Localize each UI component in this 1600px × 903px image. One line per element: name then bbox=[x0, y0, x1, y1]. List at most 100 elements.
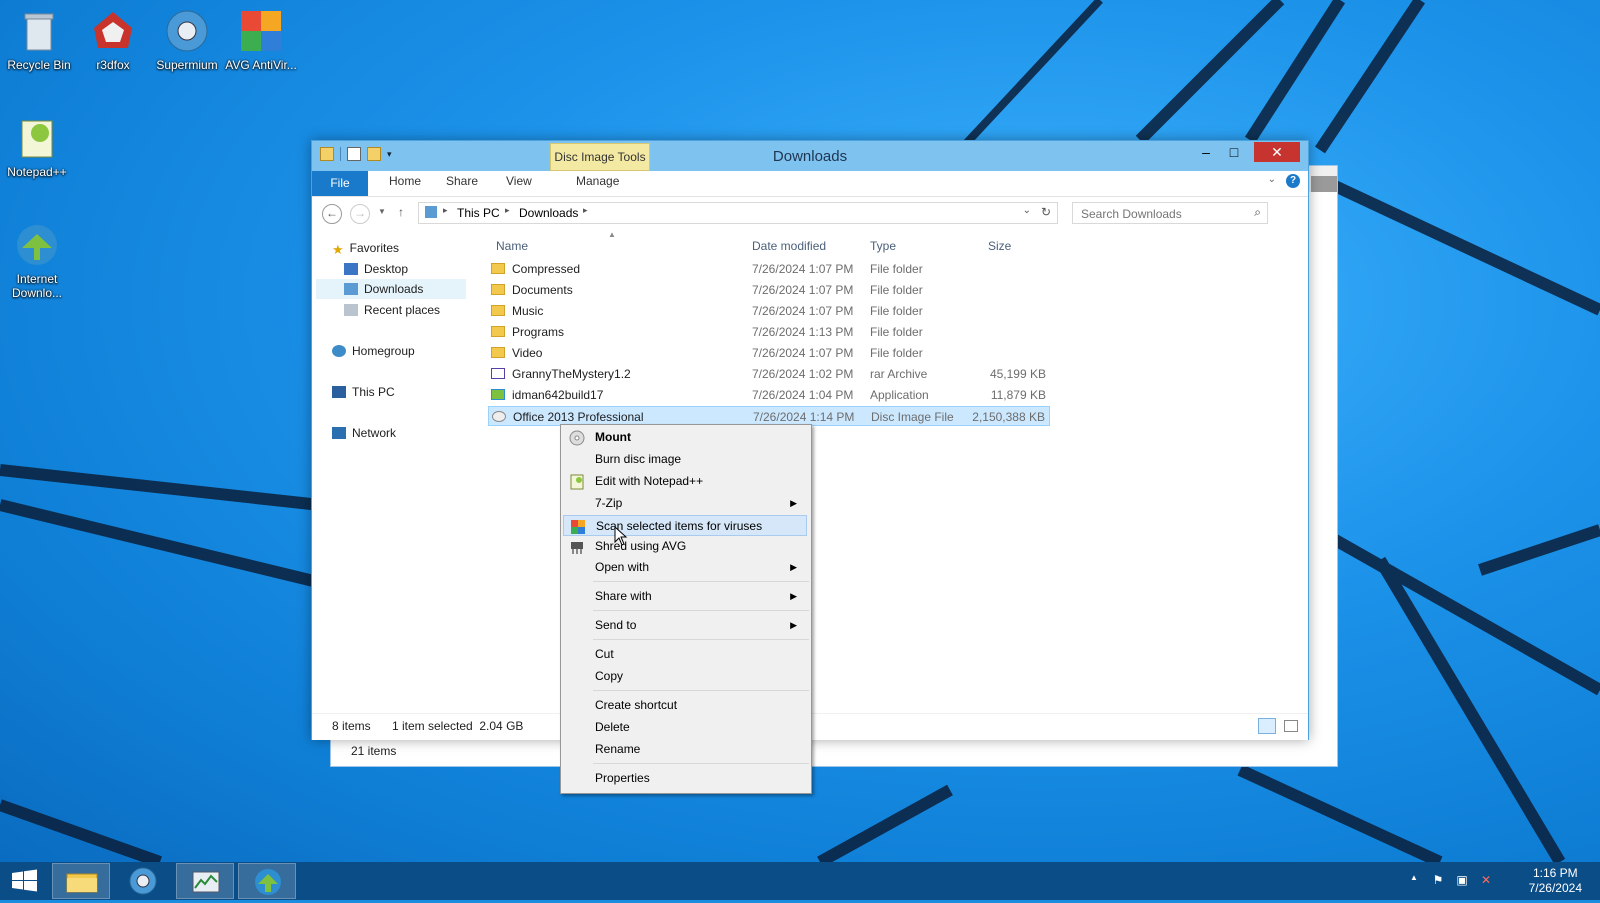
minimize-button[interactable]: – bbox=[1194, 142, 1218, 162]
folder-icon bbox=[491, 305, 505, 316]
internet-download-manager-icon bbox=[255, 869, 281, 895]
desktop-icon bbox=[344, 263, 358, 275]
breadcrumb-this-pc[interactable]: This PC bbox=[457, 206, 500, 220]
desktop-icon-label: Internet Downlo... bbox=[11, 272, 63, 300]
desktop-icon-label: Recycle Bin bbox=[7, 58, 71, 72]
back-button[interactable]: ← bbox=[322, 204, 342, 224]
column-name[interactable]: Name bbox=[496, 239, 528, 253]
file-row-selected[interactable]: Office 2013 Professional 7/26/2024 1:14 … bbox=[488, 406, 1050, 426]
address-row: ← → ▼ ↑ ▸ This PC ▸ Downloads ▸ ⌄ ↻ ⌕ bbox=[312, 196, 1308, 231]
column-type[interactable]: Type bbox=[870, 239, 896, 253]
column-size[interactable]: Size bbox=[988, 239, 1011, 253]
maximize-button[interactable]: □ bbox=[1222, 142, 1246, 162]
tab-home[interactable]: Home bbox=[389, 174, 421, 188]
network-tray-icon[interactable]: ▣ bbox=[1454, 873, 1470, 889]
folder-icon bbox=[491, 263, 505, 274]
status-selection: 1 item selected 2.04 GB bbox=[392, 719, 524, 733]
desktop-icon-notepad-plus-plus[interactable]: Notepad++ bbox=[0, 115, 74, 179]
disc-image-icon bbox=[492, 411, 506, 422]
submenu-arrow-icon: ▶ bbox=[790, 498, 797, 508]
menu-item-open-with[interactable]: Open with ▶ bbox=[563, 557, 807, 578]
internet-download-manager-icon bbox=[14, 222, 60, 268]
menu-separator bbox=[593, 610, 809, 611]
menu-item-scan-for-viruses[interactable]: Scan selected items for viruses bbox=[563, 515, 807, 536]
menu-item-rename[interactable]: Rename bbox=[563, 739, 807, 760]
refresh-icon[interactable]: ↻ bbox=[1041, 205, 1051, 219]
desktop-icon-internet-download-manager[interactable]: Internet Downlo... bbox=[0, 222, 74, 300]
menu-item-edit-with-notepad-plus-plus[interactable]: Edit with Notepad++ bbox=[563, 471, 807, 492]
rar-archive-icon bbox=[491, 368, 505, 379]
taskbar-task-manager[interactable] bbox=[176, 863, 234, 899]
notepad-plus-plus-icon bbox=[569, 474, 585, 490]
file-row[interactable]: Compressed 7/26/2024 1:07 PM File folder bbox=[488, 259, 1050, 279]
recent-locations-icon[interactable]: ▼ bbox=[378, 207, 386, 216]
menu-item-send-to[interactable]: Send to ▶ bbox=[563, 615, 807, 636]
desktop-icon-recycle-bin[interactable]: Recycle Bin bbox=[2, 8, 76, 72]
menu-item-cut[interactable]: Cut bbox=[563, 644, 807, 665]
search-box[interactable]: ⌕ bbox=[1072, 202, 1268, 224]
sort-ascending-icon: ▲ bbox=[608, 230, 616, 239]
file-row[interactable]: Programs 7/26/2024 1:13 PM File folder bbox=[488, 322, 1050, 342]
avg-icon bbox=[238, 8, 284, 54]
taskbar-supermium[interactable] bbox=[114, 863, 172, 899]
menu-item-7-zip[interactable]: 7-Zip ▶ bbox=[563, 493, 807, 514]
start-button[interactable] bbox=[0, 863, 50, 899]
menu-item-copy[interactable]: Copy bbox=[563, 666, 807, 687]
scrollbar[interactable] bbox=[1311, 176, 1337, 192]
desktop-icon-avg[interactable]: AVG AntiVir... bbox=[224, 8, 298, 72]
help-icon[interactable]: ? bbox=[1286, 174, 1300, 188]
tab-share[interactable]: Share bbox=[446, 174, 478, 188]
folder-icon bbox=[491, 326, 505, 337]
menu-item-shred-using-avg[interactable]: Shred using AVG bbox=[563, 536, 807, 557]
desktop-icon-label: Notepad++ bbox=[7, 165, 67, 179]
nav-desktop[interactable]: Desktop bbox=[344, 259, 408, 279]
nav-this-pc[interactable]: This PC bbox=[332, 382, 395, 402]
start-icon bbox=[12, 869, 37, 892]
menu-item-share-with[interactable]: Share with ▶ bbox=[563, 586, 807, 607]
taskbar-clock[interactable]: 1:16 PM 7/26/2024 bbox=[1529, 866, 1582, 896]
expand-ribbon-icon[interactable]: ⌄ bbox=[1268, 174, 1276, 185]
column-date-modified[interactable]: Date modified bbox=[752, 239, 826, 253]
desktop-icon-label: AVG AntiVir... bbox=[225, 58, 297, 72]
menu-item-burn-disc-image[interactable]: Burn disc image bbox=[563, 449, 807, 470]
search-input[interactable] bbox=[1079, 206, 1243, 222]
menu-item-create-shortcut[interactable]: Create shortcut bbox=[563, 695, 807, 716]
large-icons-view-icon[interactable] bbox=[1284, 720, 1298, 732]
search-icon[interactable]: ⌕ bbox=[1254, 205, 1261, 220]
homegroup-icon bbox=[332, 345, 346, 357]
nav-homegroup[interactable]: Homegroup bbox=[332, 341, 415, 361]
taskbar-internet-download-manager[interactable] bbox=[238, 863, 296, 899]
close-button[interactable]: ✕ bbox=[1254, 142, 1300, 162]
status-item-count: 8 items bbox=[332, 719, 371, 733]
file-row[interactable]: GrannyTheMystery1.2 7/26/2024 1:02 PM ra… bbox=[488, 364, 1050, 384]
tab-view[interactable]: View bbox=[506, 174, 532, 188]
address-dropdown-icon[interactable]: ⌄ bbox=[1023, 205, 1031, 216]
file-row[interactable]: Documents 7/26/2024 1:07 PM File folder bbox=[488, 280, 1050, 300]
shredder-icon bbox=[569, 539, 585, 555]
nav-favorites[interactable]: ★ Favorites bbox=[332, 238, 399, 258]
forward-button[interactable]: → bbox=[350, 204, 370, 224]
action-center-flag-icon[interactable]: ⚑ bbox=[1430, 873, 1446, 889]
nav-network[interactable]: Network bbox=[332, 423, 396, 443]
up-button[interactable]: ↑ bbox=[398, 205, 404, 219]
file-row[interactable]: Music 7/26/2024 1:07 PM File folder bbox=[488, 301, 1050, 321]
clock-time: 1:16 PM bbox=[1532, 866, 1578, 880]
menu-item-mount[interactable]: Mount bbox=[563, 427, 807, 448]
title-bar[interactable]: ▾ Disc Image Tools Downloads – □ ✕ bbox=[312, 141, 1308, 171]
desktop-icon-r3dfox[interactable]: r3dfox bbox=[76, 8, 150, 72]
taskbar-file-explorer[interactable] bbox=[52, 863, 110, 899]
menu-item-properties[interactable]: Properties bbox=[563, 768, 807, 789]
tab-file[interactable]: File bbox=[312, 171, 368, 196]
file-row[interactable]: Video 7/26/2024 1:07 PM File folder bbox=[488, 343, 1050, 363]
tab-manage[interactable]: Manage bbox=[576, 174, 619, 188]
file-row[interactable]: idman642build17 7/26/2024 1:04 PM Applic… bbox=[488, 385, 1050, 405]
nav-downloads[interactable]: Downloads bbox=[316, 279, 466, 299]
desktop-icon-supermium[interactable]: Supermium bbox=[150, 8, 224, 72]
show-hidden-icons[interactable]: ▲ bbox=[1406, 873, 1422, 889]
volume-muted-icon[interactable]: ✕ bbox=[1478, 873, 1494, 889]
menu-item-delete[interactable]: Delete bbox=[563, 717, 807, 738]
details-view-icon[interactable] bbox=[1258, 718, 1276, 734]
nav-recent-places[interactable]: Recent places bbox=[344, 300, 440, 320]
breadcrumb-downloads[interactable]: Downloads bbox=[519, 206, 578, 220]
address-bar[interactable]: ▸ This PC ▸ Downloads ▸ ⌄ ↻ bbox=[418, 202, 1058, 224]
